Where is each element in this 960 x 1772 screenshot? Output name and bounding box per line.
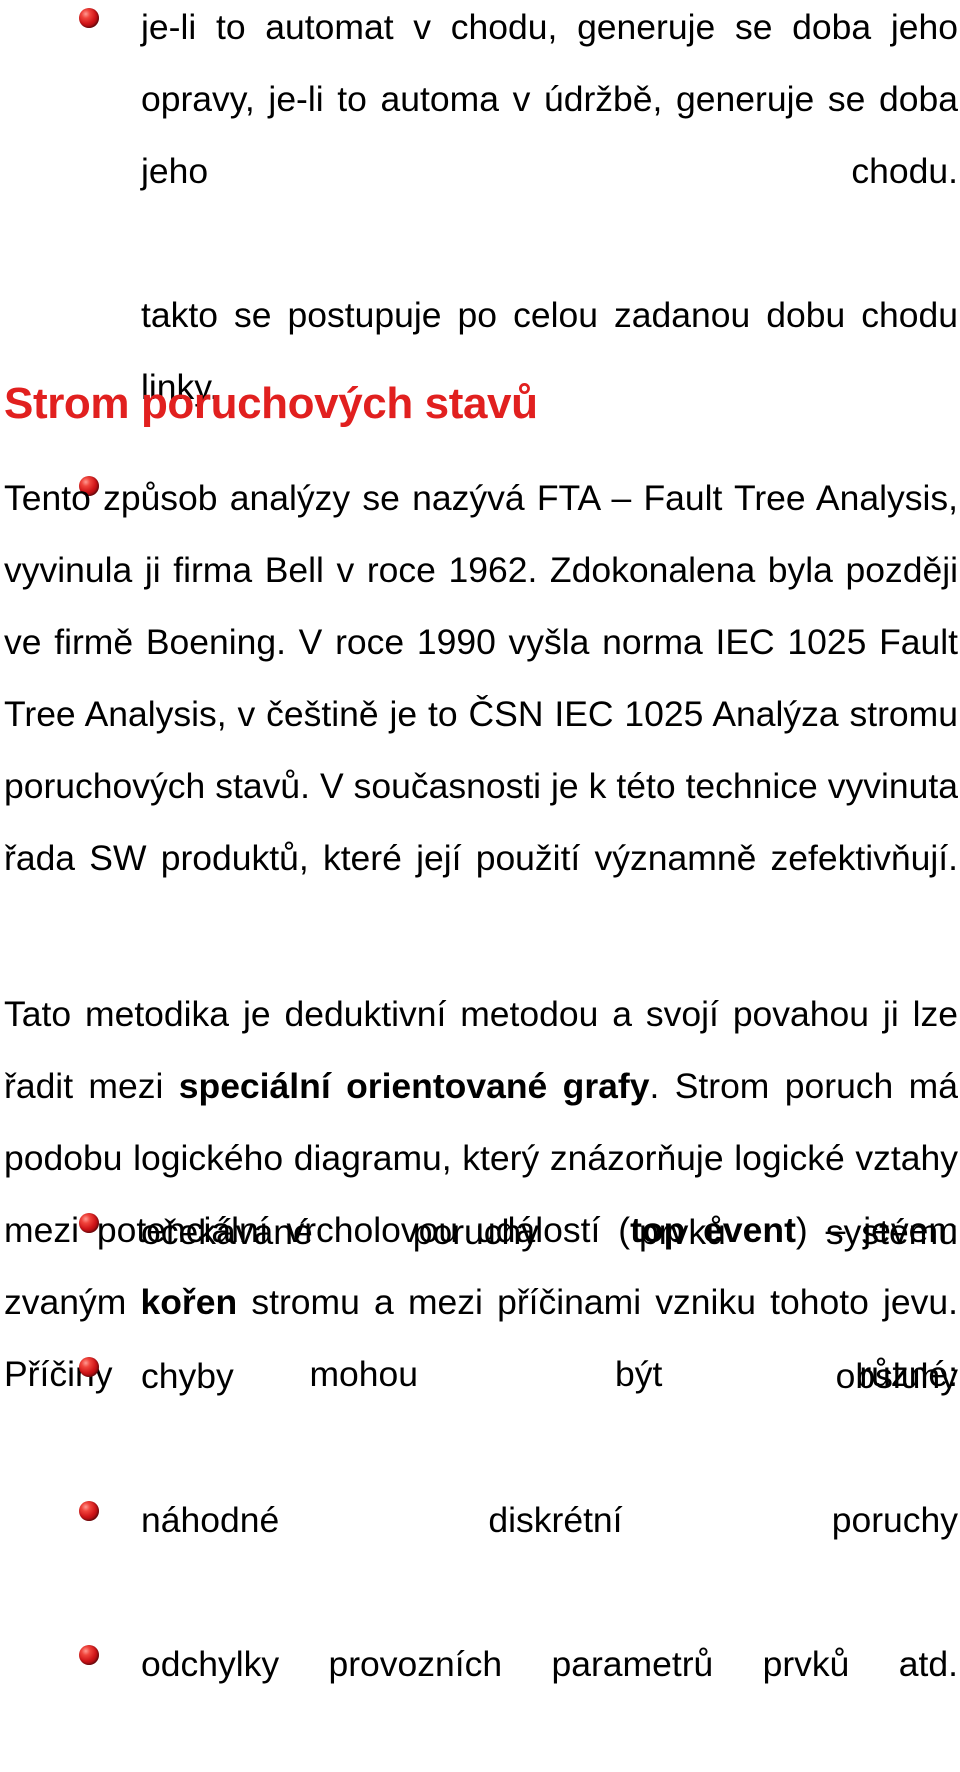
section-heading-block: Strom poruchových stavů <box>4 378 954 430</box>
page-title: Strom poruchových stavů <box>4 379 538 428</box>
red-sphere-bullet-icon <box>79 8 99 28</box>
emphasis-text: speciální orientované grafy <box>178 1066 650 1106</box>
red-sphere-bullet-icon <box>79 1645 99 1665</box>
list-item-text: je-li to automat v chodu, generuje se do… <box>141 7 958 191</box>
end-bullet-list-block: očekávané poruchy prvků systému chyby ob… <box>0 1196 958 1772</box>
document-page: je-li to automat v chodu, generuje se do… <box>0 0 960 1684</box>
list-item: chyby obsluhy <box>0 1340 958 1484</box>
list-item: je-li to automat v chodu, generuje se do… <box>0 0 958 279</box>
list-item: odchylky provozních parametrů prvků atd. <box>0 1628 958 1772</box>
list-item: náhodné diskrétní poruchy <box>0 1484 958 1628</box>
list-item-text: náhodné diskrétní poruchy <box>141 1500 958 1540</box>
red-sphere-bullet-icon <box>79 1357 99 1377</box>
red-sphere-bullet-icon <box>79 1501 99 1521</box>
list-item-text: chyby obsluhy <box>141 1356 958 1396</box>
list-item: očekávané poruchy prvků systému <box>0 1196 958 1340</box>
paragraph-text: Tento způsob analýzy se nazývá FTA – Fau… <box>4 478 958 878</box>
list-item-text: odchylky provozních parametrů prvků atd. <box>141 1644 958 1684</box>
list-item-text: očekávané poruchy prvků systému <box>141 1212 958 1252</box>
paragraph-fta: Tento způsob analýzy se nazývá FTA – Fau… <box>4 462 958 966</box>
red-sphere-bullet-icon <box>79 1213 99 1233</box>
end-bullet-list: očekávané poruchy prvků systému chyby ob… <box>0 1196 958 1772</box>
